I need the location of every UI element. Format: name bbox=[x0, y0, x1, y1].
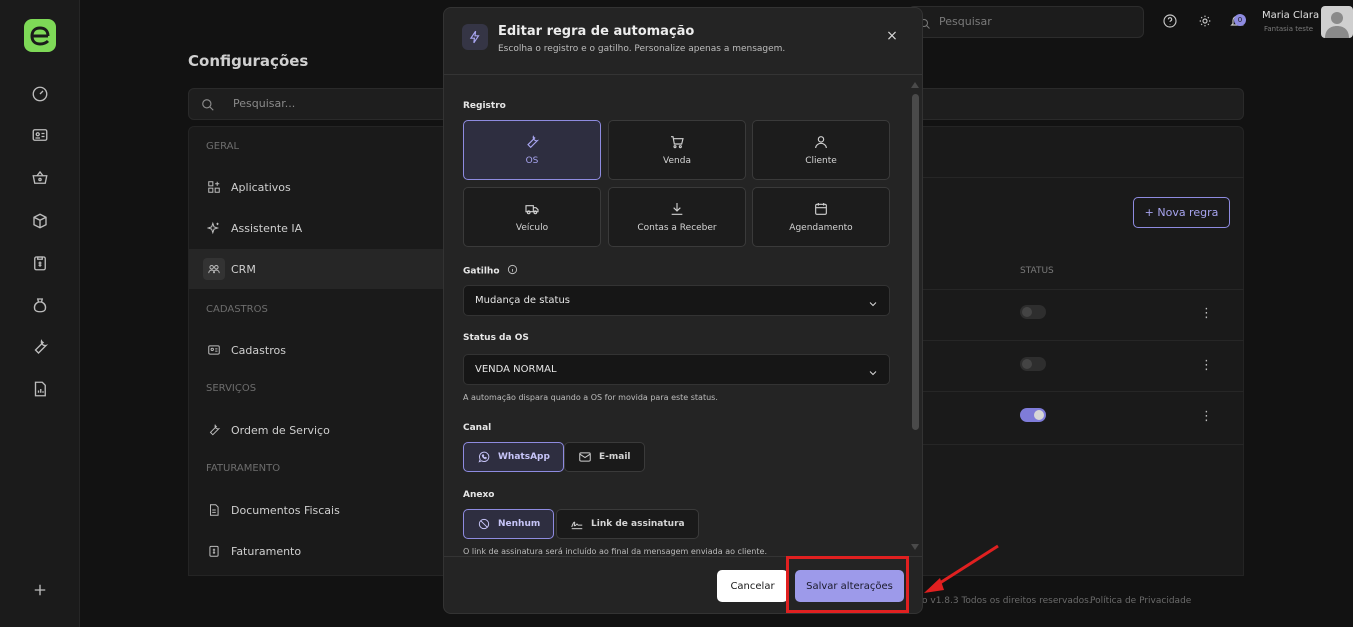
user-icon bbox=[813, 134, 829, 150]
nav-item-assistente-ia[interactable]: Assistente IA bbox=[189, 208, 447, 248]
close-icon[interactable]: × bbox=[884, 28, 900, 44]
divider bbox=[922, 444, 1244, 445]
row-menu-icon[interactable]: ⋮ bbox=[1200, 359, 1213, 373]
calendar-icon bbox=[813, 201, 829, 217]
id-card-icon[interactable] bbox=[28, 123, 52, 147]
new-rule-button[interactable]: + Nova regra bbox=[1133, 197, 1230, 228]
registro-agendamento[interactable]: Agendamento bbox=[752, 187, 890, 247]
divider bbox=[922, 391, 1244, 392]
theme-toggle-icon[interactable] bbox=[1197, 13, 1213, 29]
modal-header: Editar regra de automação Escolha o regi… bbox=[444, 8, 922, 75]
download-icon bbox=[669, 201, 685, 217]
nav-item-ordem-de-servico[interactable]: Ordem de Serviço bbox=[189, 410, 447, 450]
row-menu-icon[interactable]: ⋮ bbox=[1200, 307, 1213, 321]
chevron-down-icon bbox=[867, 364, 879, 376]
plus-icon[interactable] bbox=[28, 578, 52, 602]
registro-venda[interactable]: Venda bbox=[608, 120, 746, 180]
nav-section-geral: GERAL bbox=[206, 141, 240, 152]
registro-cliente[interactable]: Cliente bbox=[752, 120, 890, 180]
privacy-link[interactable]: Política de Privacidade bbox=[1090, 596, 1191, 606]
user-company: Fantasia teste bbox=[1264, 25, 1313, 33]
nav-item-crm[interactable]: CRM bbox=[189, 249, 447, 289]
status-toggle[interactable] bbox=[1020, 357, 1046, 371]
nav-item-faturamento[interactable]: Faturamento bbox=[189, 531, 447, 571]
cancel-button[interactable]: Cancelar bbox=[717, 570, 788, 602]
status-toggle[interactable] bbox=[1020, 408, 1046, 422]
divider bbox=[922, 340, 1244, 341]
dashboard-icon[interactable] bbox=[28, 82, 52, 106]
canal-email[interactable]: E-mail bbox=[564, 442, 645, 472]
annotation-arrow-icon bbox=[924, 544, 999, 593]
app-logo[interactable] bbox=[24, 19, 56, 52]
scroll-thumb[interactable] bbox=[912, 94, 919, 430]
status-os-help: A automação dispara quando a OS for movi… bbox=[463, 393, 718, 402]
nav-item-aplicativos[interactable]: Aplicativos bbox=[189, 167, 447, 207]
canal-whatsapp[interactable]: WhatsApp bbox=[463, 442, 564, 472]
status-toggle[interactable] bbox=[1020, 305, 1046, 319]
wrench-icon bbox=[205, 421, 223, 439]
status-os-select[interactable]: VENDA NORMAL bbox=[463, 354, 890, 385]
status-column-header: STATUS bbox=[1020, 266, 1054, 276]
rules-panel: + Nova regra STATUS ⋮ ⋮ ⋮ bbox=[922, 126, 1244, 576]
box-icon[interactable] bbox=[28, 209, 52, 233]
sparkles-icon bbox=[205, 219, 223, 237]
registro-contas-a-receber[interactable]: Contas a Receber bbox=[608, 187, 746, 247]
registro-label: Registro bbox=[463, 101, 506, 111]
anexo-nenhum[interactable]: Nenhum bbox=[463, 509, 555, 539]
id-card-icon bbox=[205, 341, 223, 359]
invoice-icon bbox=[205, 542, 223, 560]
modal-subtitle: Escolha o registro e o gatilho. Personal… bbox=[498, 44, 786, 54]
row-menu-icon[interactable]: ⋮ bbox=[1200, 410, 1213, 424]
clipboard-icon[interactable] bbox=[28, 251, 52, 275]
wrench-icon bbox=[524, 134, 540, 150]
mail-icon bbox=[578, 450, 592, 464]
truck-icon bbox=[524, 201, 540, 217]
whatsapp-icon bbox=[477, 450, 491, 464]
registro-os[interactable]: OS bbox=[463, 120, 601, 180]
gatilho-label: Gatilho bbox=[463, 264, 518, 278]
save-button-highlight bbox=[786, 556, 909, 613]
status-os-label: Status da OS bbox=[463, 333, 529, 343]
anexo-label: Anexo bbox=[463, 490, 495, 500]
cart-icon bbox=[669, 134, 685, 150]
users-icon bbox=[203, 258, 225, 280]
divider bbox=[922, 289, 1244, 290]
canal-label: Canal bbox=[463, 423, 492, 433]
wrench-icon[interactable] bbox=[28, 335, 52, 359]
search-icon bbox=[201, 97, 215, 116]
registro-veiculo[interactable]: Veículo bbox=[463, 187, 601, 247]
help-icon[interactable] bbox=[1162, 13, 1178, 29]
nav-section-servicos: SERVIÇOS bbox=[206, 383, 257, 394]
global-search-input[interactable]: Pesquisar bbox=[908, 6, 1144, 38]
nav-item-cadastros[interactable]: Cadastros bbox=[189, 330, 447, 370]
page-title: Configurações bbox=[188, 52, 309, 70]
nav-section-faturamento: FATURAMENTO bbox=[206, 463, 281, 474]
report-icon[interactable] bbox=[28, 377, 52, 401]
nav-item-documentos-fiscais[interactable]: Documentos Fiscais bbox=[189, 490, 447, 530]
modal-body: Registro OS Venda Cliente Veículo Contas… bbox=[444, 76, 922, 556]
modal-title: Editar regra de automação bbox=[498, 24, 695, 39]
lightning-icon bbox=[462, 24, 488, 50]
bag-icon[interactable] bbox=[28, 293, 52, 317]
avatar[interactable] bbox=[1321, 6, 1353, 38]
anexo-help: O link de assinatura será incluído ao fi… bbox=[463, 547, 767, 556]
chevron-down-icon bbox=[867, 295, 879, 307]
notification-badge: 0 bbox=[1234, 14, 1246, 26]
user-name[interactable]: Maria Clara bbox=[1262, 10, 1319, 21]
info-icon[interactable] bbox=[507, 264, 518, 278]
anexo-link-assinatura[interactable]: Link de assinatura bbox=[556, 509, 699, 539]
signature-icon bbox=[570, 517, 584, 531]
sidebar bbox=[0, 0, 80, 627]
ban-icon bbox=[477, 517, 491, 531]
nav-section-cadastros: CADASTROS bbox=[206, 304, 268, 315]
settings-nav: GERAL Aplicativos Assistente IA CRM CADA… bbox=[188, 126, 448, 576]
basket-icon[interactable] bbox=[28, 166, 52, 190]
document-icon bbox=[205, 501, 223, 519]
apps-icon bbox=[205, 178, 223, 196]
scroll-up-icon[interactable] bbox=[911, 82, 919, 88]
divider bbox=[922, 177, 1244, 178]
edit-rule-modal: Editar regra de automação Escolha o regi… bbox=[443, 7, 923, 614]
gatilho-select[interactable]: Mudança de status bbox=[463, 285, 890, 316]
